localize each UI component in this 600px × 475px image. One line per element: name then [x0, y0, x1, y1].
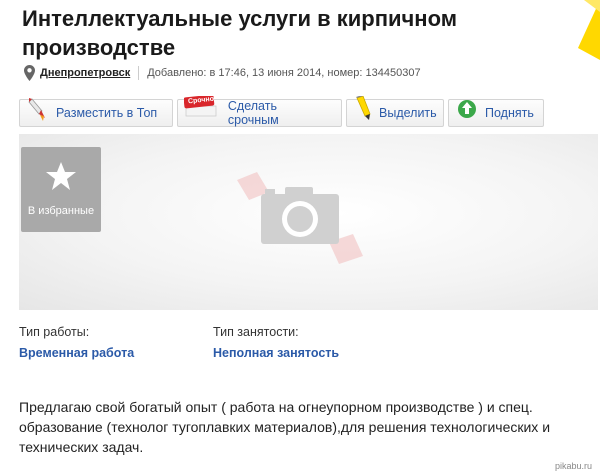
- listing-meta: Днепропетровск Добавлено: в 17:46, 13 ию…: [24, 65, 421, 81]
- highlight-label: Выделить: [379, 106, 437, 120]
- meta-divider: [138, 66, 140, 80]
- employment-type-field: Тип занятости: Неполная занятость: [213, 325, 339, 360]
- added-info: Добавлено: в 17:46, 13 июня 2014, номер:…: [147, 67, 421, 79]
- action-toolbar: Разместить в Топ Срочно Сделать срочным …: [19, 94, 544, 127]
- make-urgent-label: Сделать срочным: [227, 99, 279, 127]
- yellow-corner-decoration: [564, 0, 600, 60]
- work-type-label: Тип работы:: [19, 325, 90, 339]
- urgent-tag-icon: Срочно: [184, 96, 220, 124]
- page-title: Интеллектуальные услуги в кирпичном прои…: [22, 6, 457, 60]
- up-arrow-icon: [457, 100, 477, 123]
- employment-type-value[interactable]: Неполная занятость: [213, 346, 339, 360]
- location-pin-icon: [24, 65, 35, 81]
- raise-button[interactable]: Поднять: [448, 99, 544, 127]
- photo-gallery: В избранные: [19, 134, 598, 310]
- make-urgent-button[interactable]: Срочно Сделать срочным: [177, 96, 342, 127]
- add-to-favorites-button[interactable]: В избранные: [21, 147, 101, 232]
- star-icon: [46, 162, 76, 190]
- work-type-field: Тип работы: Временная работа: [19, 325, 134, 360]
- place-top-button[interactable]: Разместить в Топ: [19, 97, 173, 127]
- city-link[interactable]: Днепропетровск: [40, 67, 130, 79]
- work-type-value[interactable]: Временная работа: [19, 346, 134, 360]
- place-top-label: Разместить в Топ: [56, 106, 158, 120]
- rocket-icon: [28, 97, 48, 126]
- employment-type-label: Тип занятости:: [213, 325, 299, 339]
- raise-label: Поднять: [485, 106, 534, 120]
- watermark: pikabu.ru: [554, 461, 592, 471]
- highlight-button[interactable]: Выделить: [346, 94, 444, 127]
- listing-description: Предлагаю свой богатый опыт ( работа на …: [19, 399, 551, 455]
- camera-placeholder-icon: [237, 172, 363, 264]
- favorites-label: В избранные: [27, 205, 95, 217]
- marker-pencil-icon: [355, 94, 371, 125]
